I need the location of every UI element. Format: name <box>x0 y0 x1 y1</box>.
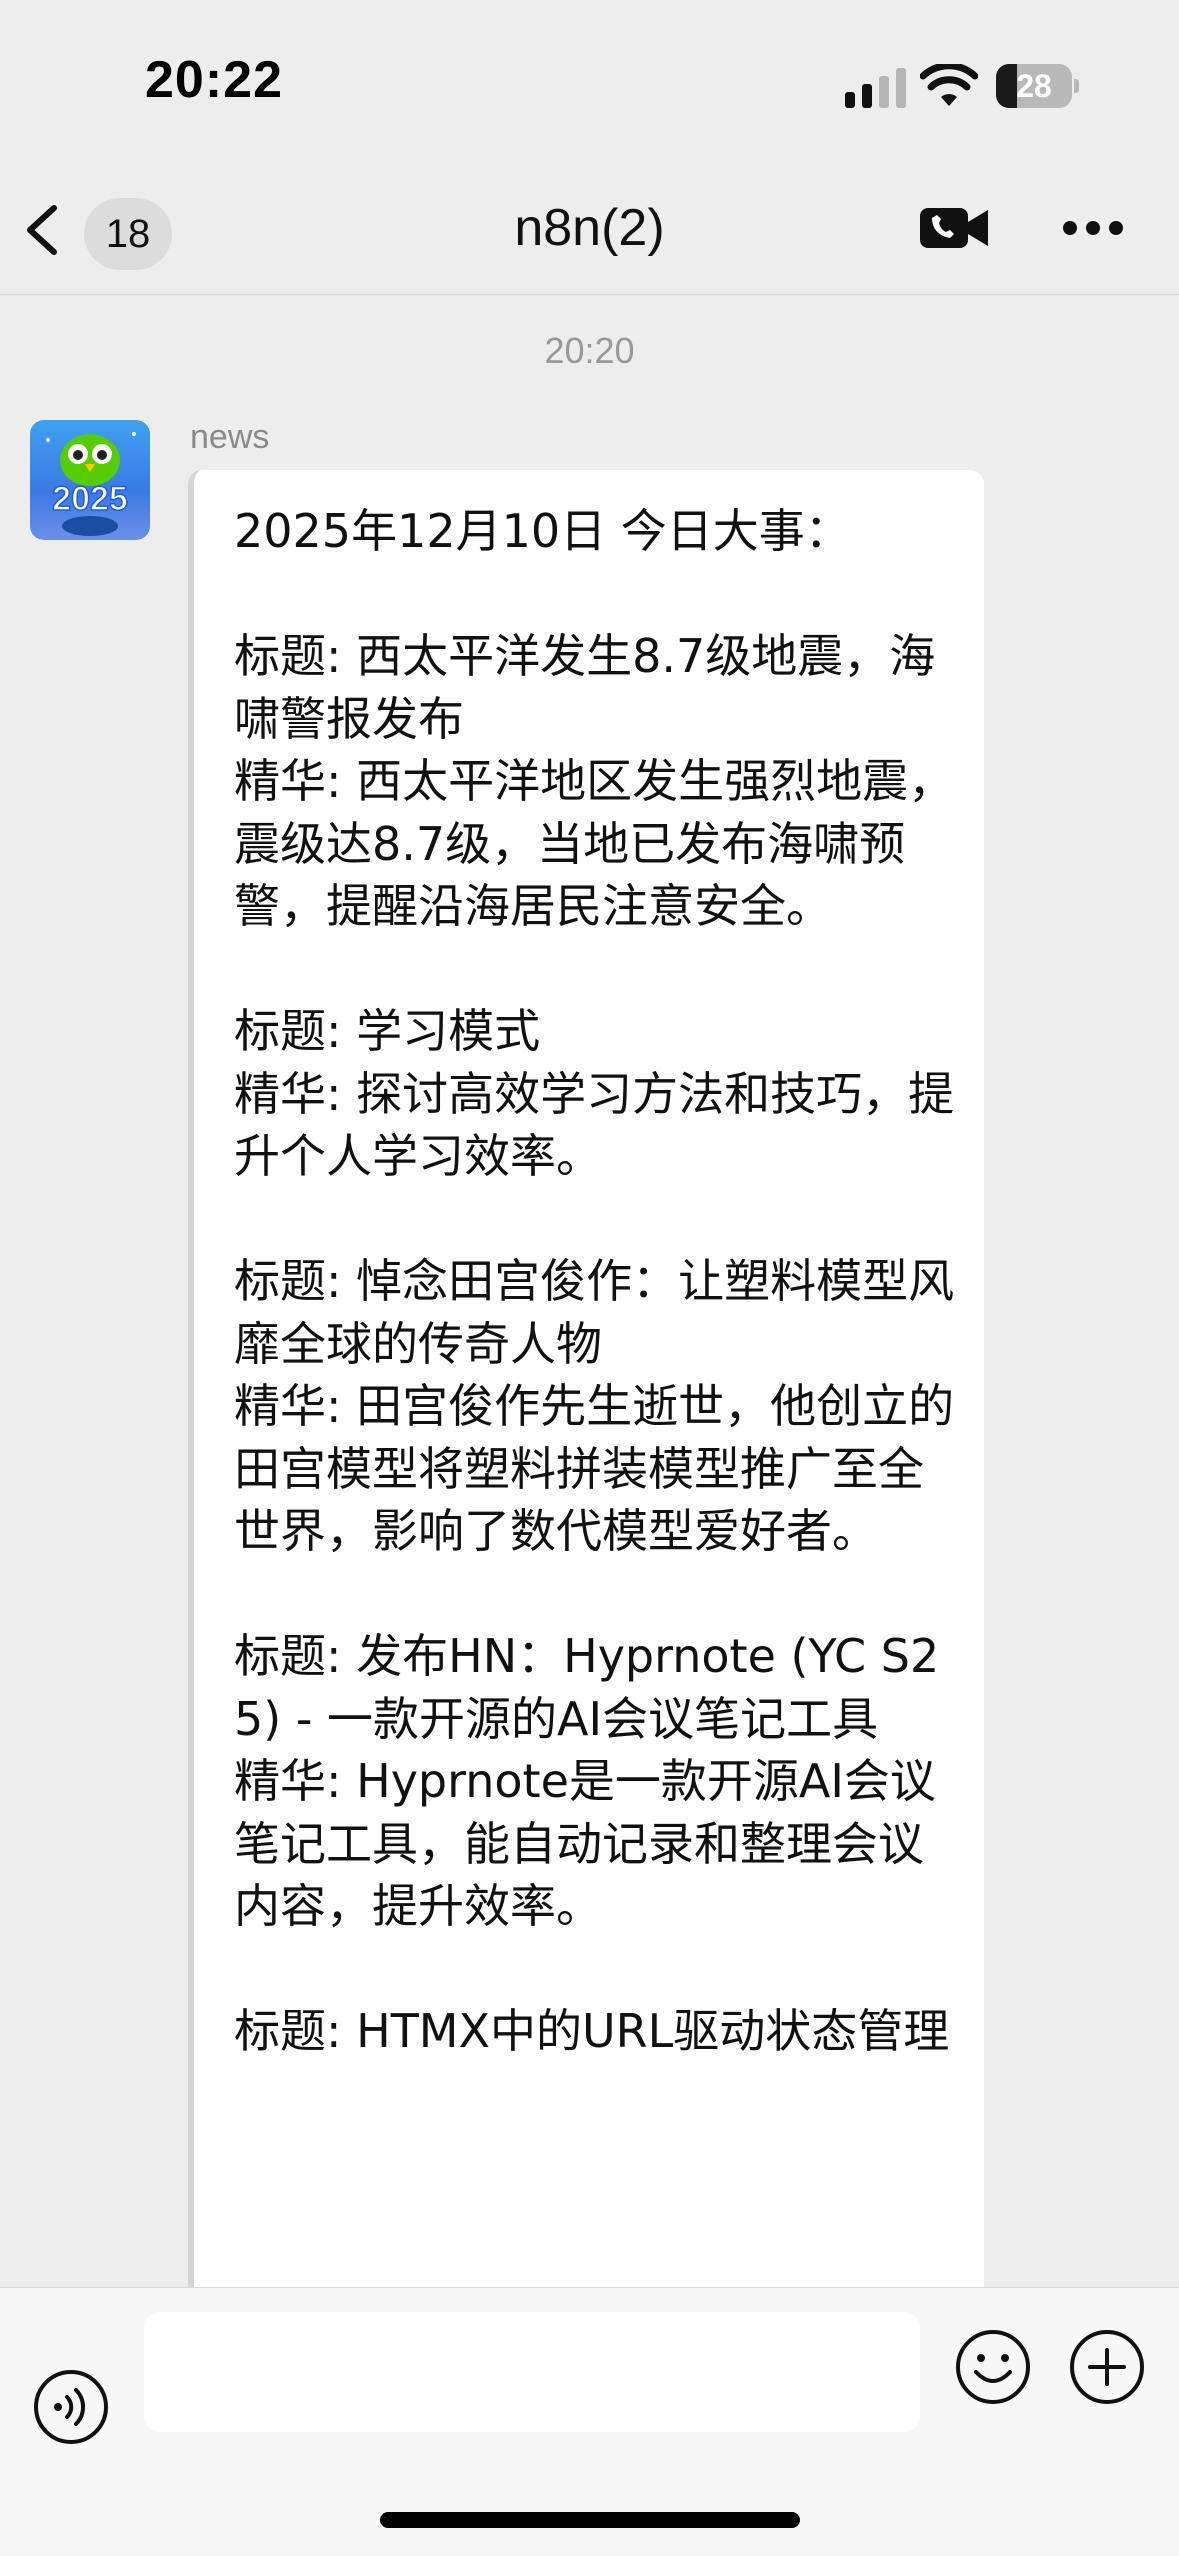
status-bar: 20:22 28 <box>0 0 1179 160</box>
message-timestamp: 20:20 <box>544 330 635 371</box>
plus-icon[interactable] <box>1068 2328 1146 2406</box>
message-bubble[interactable]: 2025年12月10日 今日大事： 标题: 西太平洋发生8.7级地震，海啸警报发… <box>188 470 984 2350</box>
battery-level: 28 <box>1016 68 1052 104</box>
status-time: 20:22 <box>145 51 283 109</box>
video-call-icon[interactable] <box>918 204 990 252</box>
message-input[interactable] <box>144 2312 920 2432</box>
wifi-icon <box>920 64 978 106</box>
owl-avatar-icon: 2025 <box>46 432 136 536</box>
sender-avatar[interactable]: 2025 <box>30 420 150 540</box>
emoji-icon[interactable] <box>954 2328 1032 2406</box>
sender-name: news <box>190 418 270 456</box>
message-text: 2025年12月10日 今日大事： 标题: 西太平洋发生8.7级地震，海啸警报发… <box>234 504 955 2058</box>
chat-header: 18 n8n(2) <box>0 160 1179 295</box>
chat-title: n8n(2) <box>514 199 665 257</box>
more-icon[interactable] <box>1062 220 1124 236</box>
battery-icon: 28 <box>996 64 1080 108</box>
home-indicator <box>380 2512 800 2528</box>
svg-text:2025: 2025 <box>52 480 128 518</box>
voice-icon[interactable] <box>32 2368 110 2446</box>
cellular-signal-icon <box>845 68 906 108</box>
